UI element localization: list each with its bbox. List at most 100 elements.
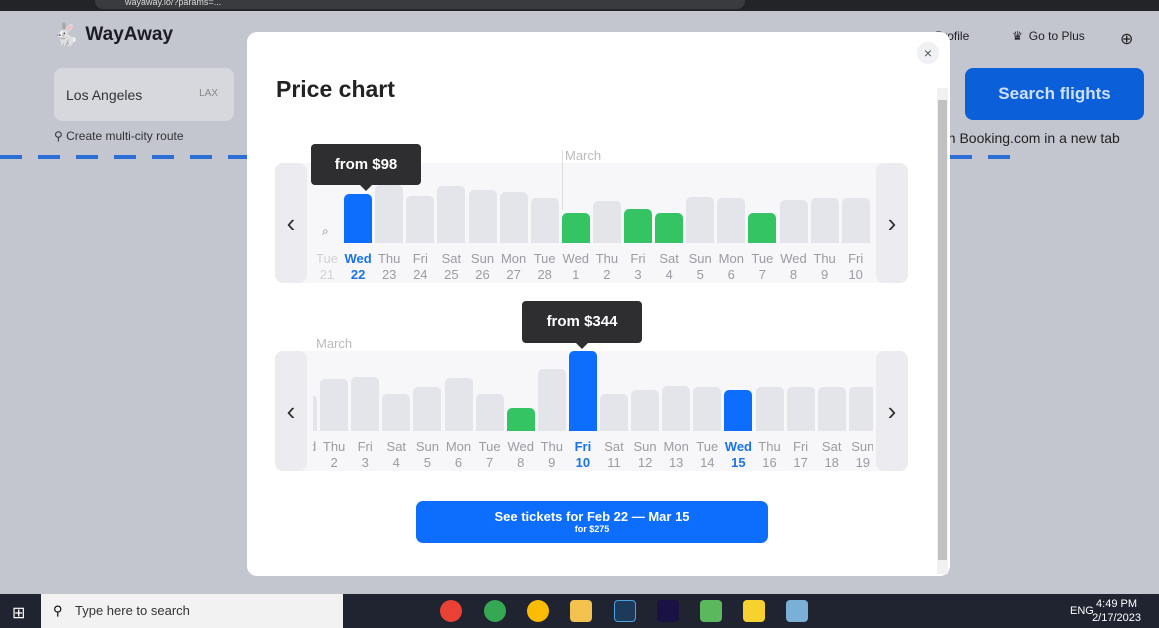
day-label[interactable]: Sun 19 [847,439,873,471]
day-label[interactable]: Sat 4 [381,439,412,471]
day-label[interactable]: Sun 5 [412,439,443,471]
prev-button[interactable]: ‹ [275,351,307,471]
camtasia-icon[interactable] [700,600,722,622]
day-label[interactable]: Thu 23 [374,251,405,283]
day-label[interactable]: Wed 8 [778,251,809,283]
day-label[interactable]: Thu 9 [809,251,840,283]
price-bar[interactable] [475,394,504,431]
price-bar[interactable] [817,387,846,431]
price-bar[interactable] [592,201,621,243]
day-label[interactable]: Tue 7 [747,251,778,283]
day-label[interactable]: Thu 2 [591,251,622,283]
chrome-icon[interactable] [527,600,549,622]
price-bar[interactable] [344,194,373,243]
day-label[interactable]: Mon 13 [661,439,692,471]
day-label[interactable]: Thu 16 [754,439,785,471]
price-bar[interactable] [351,377,380,431]
address-bar[interactable]: wayaway.io/?params=... [95,0,745,9]
windows-start-icon[interactable]: ⊞ [12,603,25,623]
price-bar[interactable] [786,387,815,431]
price-bar[interactable] [600,394,628,431]
day-label[interactable]: Wed 22 [343,251,374,283]
day-label[interactable]: Mon 6 [443,439,474,471]
scrollbar[interactable] [937,88,948,574]
see-tickets-button[interactable]: See tickets for Feb 22 — Mar 15 for $275 [416,501,768,543]
price-bar[interactable] [530,198,559,243]
chrome-icon[interactable] [440,600,462,622]
price-bar[interactable] [686,197,715,243]
day-label[interactable]: Fri 3 [623,251,654,283]
clock[interactable]: 4:49 PM 2/17/2023 [1092,597,1141,625]
price-bar[interactable] [320,379,349,431]
day-label[interactable]: Sun 12 [630,439,661,471]
sticky-notes-icon[interactable] [743,600,765,622]
chrome-icon[interactable] [484,600,506,622]
price-bar[interactable] [406,196,435,243]
price-bar[interactable] [631,390,660,431]
price-bar[interactable] [810,198,839,243]
price-bar[interactable] [848,387,873,431]
day-label[interactable]: Tue 21 [312,251,343,283]
price-bar[interactable] [724,390,753,431]
day-label[interactable]: Wed1 [560,251,591,283]
price-bar[interactable] [444,378,473,431]
day-label[interactable]: Tue 28 [529,251,560,283]
audition-icon[interactable] [657,600,679,622]
day-label[interactable]: Mon 27 [498,251,529,283]
price-bar[interactable] [662,386,691,431]
price-bar[interactable] [413,387,442,431]
day-label[interactable]: Thu 9 [536,439,567,471]
close-button[interactable]: × [917,42,939,64]
day-label[interactable]: Mon 6 [716,251,747,283]
language-indicator[interactable]: ENG [1070,605,1094,617]
price-bar[interactable] [437,186,466,243]
price-bar[interactable] [375,185,404,243]
day-label[interactable]: Fri 24 [405,251,436,283]
scrollbar-thumb[interactable] [938,100,947,560]
day-label[interactable]: Fri 10 [567,439,598,471]
price-bar[interactable] [779,200,808,243]
day-label[interactable]: Thu 2 [319,439,350,471]
day-label[interactable]: Fri 17 [785,439,816,471]
day-label[interactable]: Wed 15 [723,439,754,471]
search-flights-button[interactable]: Search flights [965,68,1144,120]
price-bar[interactable] [568,351,597,431]
file-explorer-icon[interactable] [570,600,592,622]
price-bar[interactable] [537,369,566,431]
price-bar[interactable] [748,213,777,243]
logo[interactable]: 🐇 WayAway [52,22,173,48]
next-button[interactable]: › [876,351,908,471]
taskbar-search[interactable]: Type here to search [41,594,343,628]
day-label[interactable]: Fri 10 [840,251,871,283]
price-bar[interactable] [313,395,317,431]
price-bar[interactable] [624,209,652,243]
day-label[interactable]: Sun 26 [467,251,498,283]
price-bar[interactable] [499,192,528,243]
price-bar[interactable] [755,387,784,431]
globe-icon[interactable]: ⊕ [1120,29,1133,49]
day-label[interactable]: Fri 3 [350,439,381,471]
go-to-plus-link[interactable]: ♛ Go to Plus [1012,29,1085,43]
day-label[interactable]: Sun 5 [685,251,716,283]
price-bar[interactable] [693,387,722,431]
vs-icon[interactable] [614,600,636,622]
origin-field[interactable]: Los Angeles LAX [54,68,234,121]
day-label[interactable]: Tue 14 [692,439,723,471]
day-label[interactable]: Sat 18 [816,439,847,471]
next-button[interactable]: › [876,163,908,283]
day-label[interactable]: Wed 8 [505,439,536,471]
price-bar[interactable] [717,198,746,243]
price-bar[interactable] [468,190,497,243]
day-label[interactable]: Sat 11 [599,439,630,471]
price-bar[interactable] [506,408,535,431]
prev-button[interactable]: ‹ [275,163,307,283]
day-label[interactable]: Sat 25 [436,251,467,283]
price-bar[interactable] [382,394,411,431]
multi-city-link[interactable]: ⚲ Create multi-city route [54,129,184,143]
price-bar[interactable] [841,198,870,243]
price-bar[interactable] [561,213,590,243]
day-label[interactable]: Tue 7 [474,439,505,471]
day-label[interactable]: Sat 4 [654,251,685,283]
photos-icon[interactable] [786,600,808,622]
price-bar[interactable] [655,213,684,243]
